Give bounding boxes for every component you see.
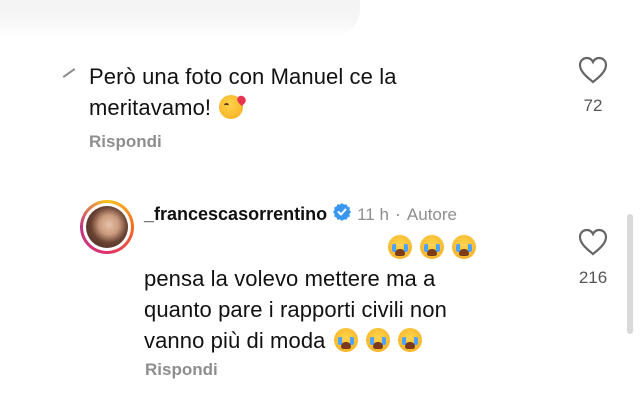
- like-button-comment-2[interactable]: 216: [573, 228, 613, 288]
- comment-time: 11 h: [357, 204, 389, 224]
- reply-button[interactable]: Rispondi: [89, 132, 162, 152]
- comments-screen: Però una foto con Manuel ce la meritavam…: [0, 0, 640, 403]
- thread-line: [62, 68, 76, 78]
- profile-photo: [86, 206, 128, 248]
- comment-2-line-2: quanto pare i rapporti civili non: [144, 297, 447, 322]
- loudly-crying-emoji-icon: [333, 328, 358, 352]
- comment-2-line-3: vanno più di moda: [144, 328, 326, 353]
- scrollbar[interactable]: [627, 214, 633, 334]
- loudly-crying-emoji-icon: [452, 235, 477, 259]
- kissing-heart-emoji-icon: [219, 95, 244, 119]
- heart-icon: [578, 56, 608, 84]
- previous-comment-fade: [0, 0, 360, 38]
- comment-1-line-1: Però una foto con Manuel ce la: [89, 64, 397, 89]
- comment-2-header: _francescasorrentino 11 h · Autore: [144, 203, 457, 226]
- author-badge: Autore: [406, 204, 457, 224]
- heart-icon: [578, 228, 608, 256]
- loudly-crying-emoji-icon: [388, 235, 412, 259]
- reply-button[interactable]: Rispondi: [145, 360, 218, 380]
- comment-1-line-2: meritavamo!: [89, 95, 212, 120]
- username[interactable]: _francescasorrentino: [144, 204, 327, 225]
- like-count-comment-1: 72: [583, 96, 603, 115]
- comment-2-text: pensa la volevo mettere ma a quanto pare…: [144, 232, 564, 356]
- avatar-border: [83, 203, 131, 251]
- separator-dot: ·: [394, 204, 401, 224]
- comment-2-line-1: pensa la volevo mettere ma a: [144, 266, 436, 291]
- avatar[interactable]: [80, 200, 134, 254]
- comment-1-text: Però una foto con Manuel ce la meritavam…: [89, 61, 509, 123]
- verified-badge-icon: [333, 203, 352, 226]
- loudly-crying-emoji-icon: [398, 328, 423, 352]
- loudly-crying-emoji-icon: [365, 328, 390, 352]
- loudly-crying-emoji-icon: [420, 235, 445, 259]
- like-count-comment-2: 216: [578, 268, 608, 287]
- like-button-comment-1[interactable]: 72: [573, 56, 613, 116]
